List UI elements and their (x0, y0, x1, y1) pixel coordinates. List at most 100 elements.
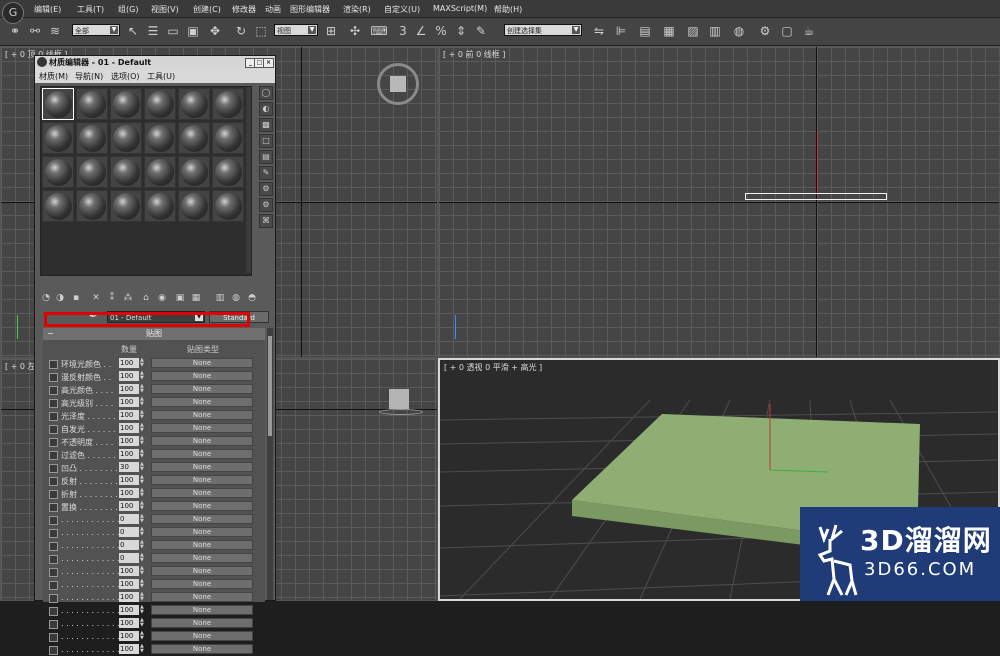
map-amount-field[interactable]: 100 (119, 501, 139, 511)
map-amount-field[interactable]: 0 (119, 540, 139, 550)
map-amount-field[interactable]: 100 (119, 475, 139, 485)
amount-spinner-icon[interactable]: ▲ ▼ (140, 631, 145, 641)
app-logo-icon[interactable]: G (2, 2, 24, 24)
sample-slot[interactable] (144, 190, 176, 222)
map-amount-field[interactable]: 100 (119, 488, 139, 498)
rect-selection-icon[interactable]: ▭ (164, 22, 182, 40)
uv-tiling-icon[interactable]: □ (259, 134, 273, 148)
map-amount-field[interactable]: 30 (119, 462, 139, 472)
sample-slot[interactable] (144, 88, 176, 120)
select-by-material-icon[interactable]: ⚙ (259, 198, 273, 212)
backlight-icon[interactable]: ◐ (259, 102, 273, 116)
sample-slot[interactable] (110, 88, 142, 120)
show-map-icon[interactable]: ▣ (174, 292, 186, 304)
amount-spinner-icon[interactable]: ▲ ▼ (140, 644, 145, 654)
mat-menu-options[interactable]: 选项(O) (111, 71, 140, 82)
pick-from-object-icon[interactable]: ◓ (246, 292, 258, 304)
map-slot-button[interactable]: None (151, 553, 253, 563)
align-icon[interactable]: ⊫ (612, 22, 630, 40)
sample-slot[interactable] (76, 156, 108, 188)
map-slot-button[interactable]: None (151, 488, 253, 498)
map-slot-button[interactable]: None (151, 644, 253, 654)
graphite-tools-icon[interactable]: ▦ (660, 22, 678, 40)
viewport-front-label[interactable]: [ + 0 前 0 线框 ] (443, 49, 505, 60)
close-button[interactable]: × (263, 58, 274, 68)
sample-slot[interactable] (144, 122, 176, 154)
maps-rollout-header[interactable]: − 贴图 (43, 328, 265, 340)
put-to-library-icon[interactable]: ⌂ (140, 292, 152, 304)
map-enable-checkbox[interactable] (49, 503, 58, 512)
put-to-scene-icon[interactable]: ◑ (54, 292, 66, 304)
keyboard-shortcut-icon[interactable]: ⌨ (370, 22, 388, 40)
map-enable-checkbox[interactable] (49, 581, 58, 590)
map-amount-field[interactable]: 100 (119, 618, 139, 628)
sample-slot[interactable] (76, 122, 108, 154)
show-end-result-icon[interactable]: ▦ (190, 292, 202, 304)
sample-slot[interactable] (212, 156, 244, 188)
map-slot-button[interactable]: None (151, 371, 253, 381)
sample-slot[interactable] (110, 190, 142, 222)
schematic-view-icon[interactable]: ▥ (706, 22, 724, 40)
amount-spinner-icon[interactable]: ▲ ▼ (140, 462, 145, 472)
map-enable-checkbox[interactable] (49, 425, 58, 434)
map-amount-field[interactable]: 0 (119, 553, 139, 563)
pivot-center-icon[interactable]: ⊞ (322, 22, 340, 40)
sample-slot[interactable] (212, 190, 244, 222)
sample-slot[interactable] (178, 122, 210, 154)
map-amount-field[interactable]: 100 (119, 436, 139, 446)
map-slot-button[interactable]: None (151, 527, 253, 537)
scrollbar-thumb[interactable] (268, 336, 272, 436)
select-object-icon[interactable]: ↖ (124, 22, 142, 40)
map-slot-button[interactable]: None (151, 540, 253, 550)
amount-spinner-icon[interactable]: ▲ ▼ (140, 397, 145, 407)
map-amount-field[interactable]: 100 (119, 371, 139, 381)
map-enable-checkbox[interactable] (49, 477, 58, 486)
select-manipulate-icon[interactable]: ✣ (346, 22, 364, 40)
map-slot-button[interactable]: None (151, 579, 253, 589)
percent-snap-icon[interactable]: % (432, 22, 450, 40)
map-amount-field[interactable]: 100 (119, 579, 139, 589)
map-slot-button[interactable]: None (151, 501, 253, 511)
amount-spinner-icon[interactable]: ▲ ▼ (140, 384, 145, 394)
menu-graph-editors[interactable]: 图形编辑器 (290, 4, 330, 15)
material-editor-window[interactable]: 材质编辑器 - 01 - Default _ □ × 材质(M) 导航(N) 选… (34, 55, 276, 655)
sample-slot[interactable] (178, 190, 210, 222)
menu-views[interactable]: 视图(V) (151, 4, 179, 15)
snap-toggle-icon[interactable]: 3 (394, 22, 412, 40)
map-enable-checkbox[interactable] (49, 451, 58, 460)
menu-create[interactable]: 创建(C) (193, 4, 221, 15)
map-slot-button[interactable]: None (151, 449, 253, 459)
map-slot-button[interactable]: None (151, 631, 253, 641)
viewcube-icon[interactable] (390, 76, 406, 92)
amount-spinner-icon[interactable]: ▲ ▼ (140, 449, 145, 459)
edit-named-sets-icon[interactable]: ✎ (472, 22, 490, 40)
material-map-navigator-icon[interactable]: ⌘ (259, 214, 273, 228)
sample-slot[interactable] (76, 190, 108, 222)
map-slot-button[interactable]: None (151, 423, 253, 433)
plane-object-front[interactable] (745, 193, 887, 200)
sample-slot[interactable] (212, 88, 244, 120)
map-enable-checkbox[interactable] (49, 360, 58, 369)
map-enable-checkbox[interactable] (49, 516, 58, 525)
map-enable-checkbox[interactable] (49, 464, 58, 473)
map-amount-field[interactable]: 100 (119, 397, 139, 407)
window-crossing-icon[interactable]: ▣ (184, 22, 202, 40)
viewcube-icon[interactable] (389, 389, 409, 409)
menu-animation[interactable]: 动画 (265, 4, 281, 15)
map-slot-button[interactable]: None (151, 618, 253, 628)
map-enable-checkbox[interactable] (49, 399, 58, 408)
amount-spinner-icon[interactable]: ▲ ▼ (140, 540, 145, 550)
make-unique-icon[interactable]: ⁂ (122, 292, 134, 304)
sample-slot[interactable] (76, 88, 108, 120)
make-copy-icon[interactable]: ⁑ (106, 292, 118, 304)
options-icon[interactable]: ⚙ (259, 182, 273, 196)
amount-spinner-icon[interactable]: ▲ ▼ (140, 618, 145, 628)
material-id-icon[interactable]: ◉ (156, 292, 168, 304)
sample-slot[interactable] (42, 88, 74, 120)
map-amount-field[interactable]: 0 (119, 527, 139, 537)
map-amount-field[interactable]: 100 (119, 384, 139, 394)
map-amount-field[interactable]: 100 (119, 605, 139, 615)
amount-spinner-icon[interactable]: ▲ ▼ (140, 514, 145, 524)
render-setup-icon[interactable]: ⚙ (756, 22, 774, 40)
select-move-icon[interactable]: ✥ (206, 22, 224, 40)
